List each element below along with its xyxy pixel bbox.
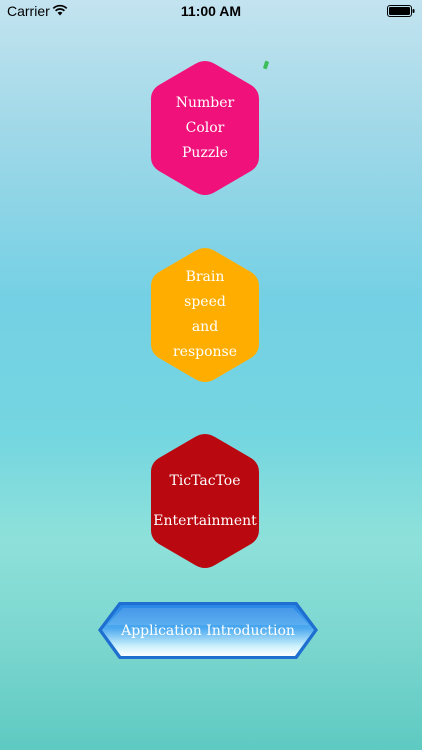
number-color-puzzle-button[interactable]: Number Color Puzzle: [151, 61, 259, 195]
button-label: TicTacToe Entertainment: [153, 473, 257, 529]
application-introduction-button[interactable]: Application Introduction: [97, 601, 319, 660]
clock: 11:00 AM: [180, 3, 242, 19]
brain-speed-button[interactable]: Brain speed and response: [151, 248, 259, 382]
button-label: Brain speed and response: [172, 269, 238, 360]
battery-icon: [387, 5, 415, 17]
button-label: Application Introduction: [121, 622, 295, 639]
status-bar: Carrier 11:00 AM: [0, 0, 422, 22]
button-label: Number Color Puzzle: [175, 94, 235, 161]
tictactoe-button[interactable]: TicTacToe Entertainment: [151, 434, 259, 568]
sparkle-decoration: [262, 60, 270, 70]
